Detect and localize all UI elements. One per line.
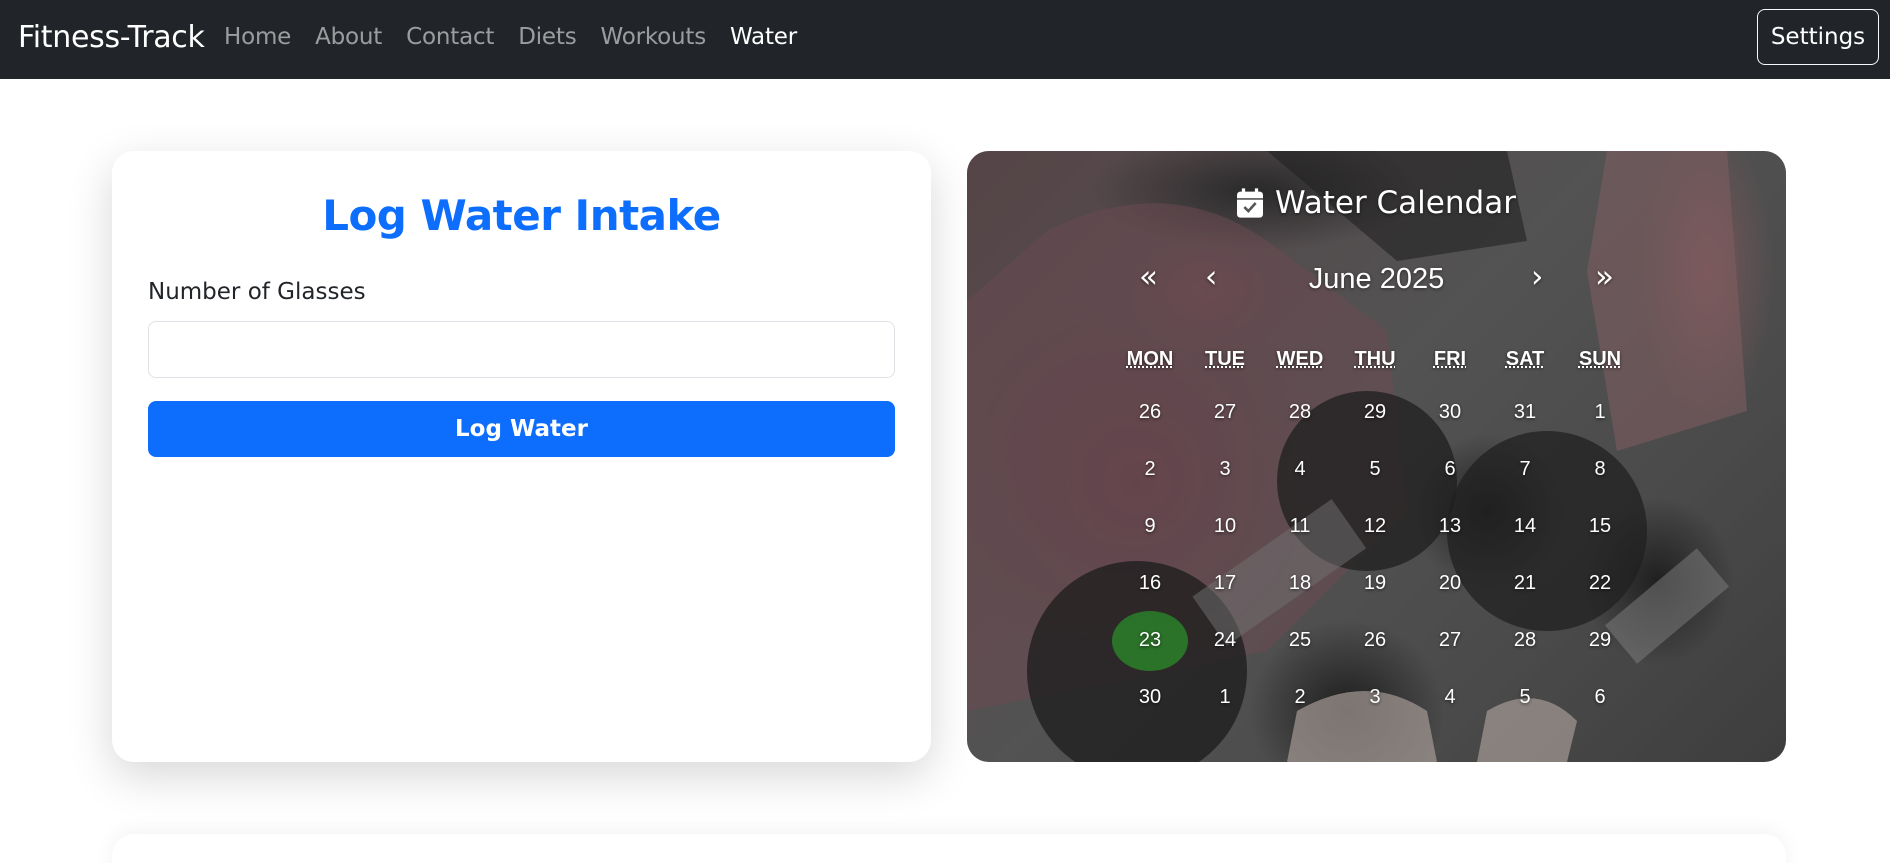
glasses-input[interactable] — [148, 321, 895, 378]
calendar-day[interactable]: 4 — [1265, 458, 1335, 481]
calendar-day[interactable]: 21 — [1490, 572, 1560, 595]
calendar-day[interactable]: 6 — [1415, 458, 1485, 481]
calendar-day[interactable]: 28 — [1265, 401, 1335, 424]
calendar-day[interactable]: 30 — [1115, 686, 1185, 709]
nav-water[interactable]: Water — [730, 24, 797, 50]
calendar-day[interactable]: 14 — [1490, 515, 1560, 538]
calendar-day[interactable]: 6 — [1565, 686, 1635, 709]
navbar: Fitness-Track Home About Contact Diets W… — [0, 0, 1890, 79]
calendar-day[interactable]: 1 — [1190, 686, 1260, 709]
water-calendar-card: Water Calendar « ‹ June 2025 › » MON TUE W… — [967, 151, 1786, 762]
calendar-day[interactable]: 25 — [1265, 629, 1335, 652]
weekday-sun: SUN — [1578, 348, 1622, 370]
calendar-day[interactable]: 2 — [1115, 458, 1185, 481]
nav-contact[interactable]: Contact — [406, 24, 494, 50]
weekday-sat: SAT — [1505, 348, 1545, 370]
calendar-day[interactable]: 23 — [1115, 629, 1185, 652]
settings-button[interactable]: Settings — [1757, 9, 1879, 65]
calendar-day[interactable]: 24 — [1190, 629, 1260, 652]
nav-diets[interactable]: Diets — [518, 24, 576, 50]
calendar-day[interactable]: 5 — [1490, 686, 1560, 709]
calendar-day[interactable]: 26 — [1115, 401, 1185, 424]
calendar-day[interactable]: 27 — [1415, 629, 1485, 652]
calendar-day[interactable]: 17 — [1190, 572, 1260, 595]
calendar-day[interactable]: 28 — [1490, 629, 1560, 652]
log-water-title: Log Water Intake — [322, 191, 721, 240]
calendar-overlay — [967, 151, 1786, 762]
calendar-day[interactable]: 12 — [1340, 515, 1410, 538]
nav-home[interactable]: Home — [224, 24, 291, 50]
calendar-day[interactable]: 30 — [1415, 401, 1485, 424]
calendar-day[interactable]: 18 — [1265, 572, 1335, 595]
calendar-check-icon — [1237, 188, 1264, 218]
calendar-day[interactable]: 1 — [1565, 401, 1635, 424]
calendar-day[interactable]: 16 — [1115, 572, 1185, 595]
nav-workouts[interactable]: Workouts — [601, 24, 707, 50]
water-history-card — [112, 834, 1786, 863]
nav-about[interactable]: About — [315, 24, 382, 50]
calendar-day[interactable]: 31 — [1490, 401, 1560, 424]
calendar-day[interactable]: 9 — [1115, 515, 1185, 538]
calendar-day[interactable]: 3 — [1340, 686, 1410, 709]
weekday-wed: WED — [1276, 348, 1324, 370]
glasses-label: Number of Glasses — [148, 279, 366, 305]
calendar-title: Water Calendar — [1275, 185, 1516, 221]
weekday-thu: THU — [1354, 348, 1396, 370]
log-water-card: Log Water Intake Number of Glasses Log W… — [112, 151, 931, 762]
weekday-mon: MON — [1126, 348, 1174, 370]
month-label: June 2025 — [1308, 263, 1445, 295]
calendar-day[interactable]: 19 — [1340, 572, 1410, 595]
next-month-button[interactable]: › — [1531, 259, 1543, 295]
weekday-fri: FRI — [1433, 348, 1467, 370]
weekday-tue: TUE — [1205, 348, 1245, 370]
calendar-day[interactable]: 8 — [1565, 458, 1635, 481]
calendar-day[interactable]: 20 — [1415, 572, 1485, 595]
calendar-day[interactable]: 13 — [1415, 515, 1485, 538]
calendar-day[interactable]: 15 — [1565, 515, 1635, 538]
calendar-day[interactable]: 5 — [1340, 458, 1410, 481]
calendar-day[interactable]: 26 — [1340, 629, 1410, 652]
calendar-day[interactable]: 11 — [1265, 515, 1335, 538]
nav-links: Home About Contact Diets Workouts Water — [224, 24, 821, 50]
calendar-day[interactable]: 2 — [1265, 686, 1335, 709]
calendar-day[interactable]: 29 — [1340, 401, 1410, 424]
brand-logo[interactable]: Fitness-Track — [18, 20, 205, 55]
next-year-button[interactable]: » — [1595, 259, 1614, 295]
calendar-day[interactable]: 27 — [1190, 401, 1260, 424]
calendar-day[interactable]: 10 — [1190, 515, 1260, 538]
calendar-day[interactable]: 7 — [1490, 458, 1560, 481]
calendar-day[interactable]: 3 — [1190, 458, 1260, 481]
calendar-day[interactable]: 22 — [1565, 572, 1635, 595]
calendar-header: Water Calendar — [967, 185, 1786, 221]
calendar-day[interactable]: 4 — [1415, 686, 1485, 709]
calendar-day[interactable]: 29 — [1565, 629, 1635, 652]
log-water-button[interactable]: Log Water — [148, 401, 895, 457]
